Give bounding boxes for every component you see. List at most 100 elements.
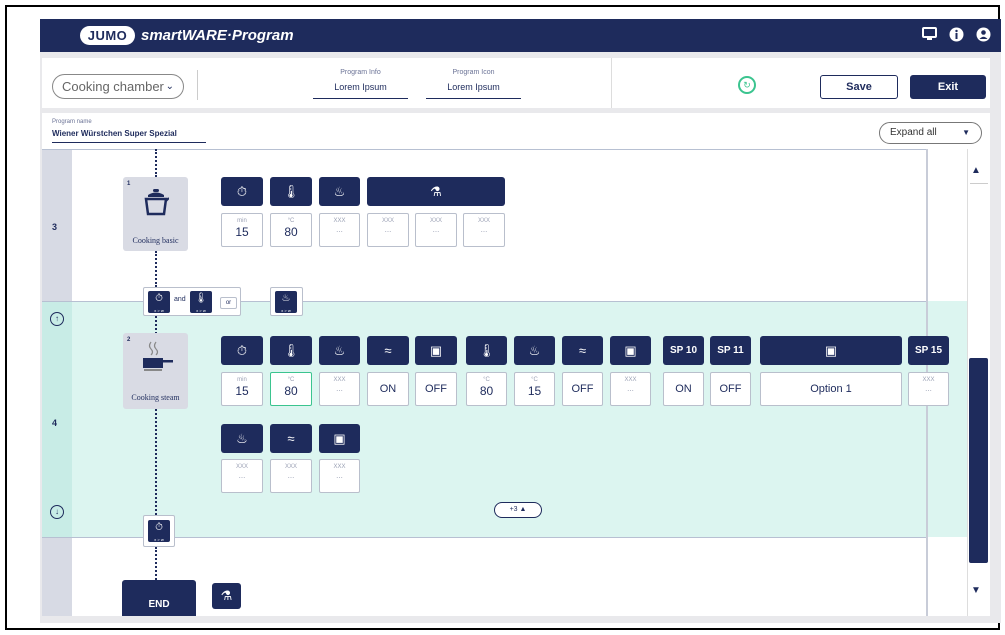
flame-icon: ♨ x > w: [275, 291, 297, 313]
function-cell[interactable]: XXX...: [367, 213, 409, 247]
program-icon-label: Program Icon: [452, 69, 495, 76]
humidity-cell[interactable]: °C 15: [514, 372, 555, 406]
program-column-header: ▣: [610, 336, 651, 365]
flow-line: [155, 409, 157, 515]
flame-icon: ♨: [528, 343, 541, 358]
temperature-column-header: 🌡: [270, 177, 312, 206]
step-name: Cooking basic: [132, 236, 179, 245]
show-more-button[interactable]: +3 ▲: [494, 502, 542, 518]
humidity-cell[interactable]: XXX...: [319, 372, 360, 406]
app-frame: JUMO smartWARE·Program Cooking chamber ⌄…: [40, 19, 1001, 623]
setpoint-column-header: SP 10: [663, 336, 704, 365]
step-cooking-steam[interactable]: 2 Cooking steam: [123, 333, 188, 409]
humidity-cell[interactable]: XXX...: [221, 459, 263, 493]
save-button[interactable]: Save: [820, 75, 898, 99]
flame-icon: ♨: [236, 431, 248, 446]
timer-icon: ⏱ x > w: [148, 520, 170, 542]
chevron-down-icon: ▼: [962, 128, 970, 137]
flame-icon: ♨: [333, 184, 346, 199]
program-icon: ▣: [624, 343, 637, 358]
temperature-cell[interactable]: °C 80: [466, 372, 507, 406]
jumo-logo: JUMO: [80, 26, 135, 45]
user-icon[interactable]: [975, 27, 991, 43]
setpoint-cell[interactable]: OFF: [710, 372, 751, 406]
flask-icon: ⚗: [212, 583, 241, 609]
arrow-down-icon[interactable]: ↓: [50, 505, 64, 519]
transition-condition-timer[interactable]: ⏱ x > w: [143, 515, 175, 547]
function-cell[interactable]: XXX...: [463, 213, 505, 247]
program-icon-field[interactable]: Program Icon Lorem Ipsum: [426, 69, 521, 99]
monitor-icon[interactable]: [921, 27, 937, 43]
window-frame: JUMO smartWARE·Program Cooking chamber ⌄…: [5, 5, 1001, 630]
humidity-column-header: ♨: [514, 336, 555, 365]
sync-icon[interactable]: ↻: [738, 76, 756, 94]
timer-cell[interactable]: min 15: [221, 213, 263, 247]
program-cell[interactable]: XXX...: [319, 459, 360, 493]
program-cell[interactable]: OFF: [415, 372, 457, 406]
step-number: 2: [127, 337, 131, 343]
thermometer-icon: 🌡: [478, 343, 495, 358]
program-cell[interactable]: XXX...: [610, 372, 651, 406]
divider: [42, 149, 928, 150]
fan-column-header: ≈: [562, 336, 603, 365]
program-icon: ▣: [429, 343, 443, 358]
program-info-label: Program Info: [340, 69, 381, 76]
or-label: or: [220, 297, 237, 309]
app-title: smartWARE·Program: [141, 27, 294, 44]
top-bar: JUMO smartWARE·Program: [40, 19, 1001, 52]
fan-icon: ≈: [384, 343, 392, 358]
flow-line: [155, 547, 157, 580]
timer-icon: ⏱: [236, 343, 248, 358]
timer-column-header: ⏱: [221, 336, 263, 365]
function-cell[interactable]: XXX...: [415, 213, 457, 247]
humidity-column-header: ♨: [221, 424, 263, 453]
exit-button[interactable]: Exit: [910, 75, 986, 99]
end-step[interactable]: END: [122, 580, 196, 616]
program-name-value: Wiener Würstchen Super Spezial: [52, 129, 177, 138]
setpoint-cell[interactable]: XXX...: [908, 372, 949, 406]
temperature-cell[interactable]: °C 80: [270, 372, 312, 406]
fan-column-header: ≈: [367, 336, 409, 365]
humidity-cell[interactable]: XXX...: [319, 213, 360, 247]
chamber-select-value: Cooking chamber: [62, 79, 164, 94]
timer-column-header: ⏱: [221, 177, 263, 206]
program-icon-value: Lorem Ipsum: [447, 82, 500, 92]
timer-cell[interactable]: min 15: [221, 372, 263, 406]
program-name-field[interactable]: Program name Wiener Würstchen Super Spez…: [52, 119, 206, 143]
thermometer-icon: 🌡: [282, 184, 300, 199]
chamber-select[interactable]: Cooking chamber ⌄: [52, 74, 184, 99]
setpoint-cell[interactable]: ON: [663, 372, 704, 406]
info-icon[interactable]: [948, 27, 964, 43]
pot-steam-icon: [143, 341, 173, 371]
scrollbar-thumb[interactable]: [969, 358, 988, 563]
timer-icon: ⏱ x > w: [148, 291, 170, 313]
program-column-header: ▣: [760, 336, 902, 365]
transition-condition-and[interactable]: ⏱ x > w and 🌡 x > w or: [143, 287, 241, 316]
fan-cell[interactable]: OFF: [562, 372, 603, 406]
row-label-4: 4: [52, 418, 58, 428]
step-cooking-basic[interactable]: 1 Cooking basic: [123, 177, 188, 251]
kettle-icon: [144, 189, 169, 216]
setpoint-column-header: SP 15: [908, 336, 949, 365]
temperature-cell[interactable]: °C 80: [270, 213, 312, 247]
transition-condition-humidity[interactable]: ♨ x > w: [270, 287, 303, 316]
scroll-down-icon[interactable]: ▼: [971, 585, 981, 596]
step-number: 1: [127, 181, 131, 187]
fan-icon: ≈: [578, 343, 587, 358]
program-info-field[interactable]: Program Info Lorem Ipsum: [313, 69, 408, 99]
flame-icon: ♨: [333, 343, 346, 358]
expand-all-button[interactable]: Expand all ▼: [879, 122, 982, 144]
fan-cell[interactable]: XXX...: [270, 459, 312, 493]
function-column-header: ⚗: [367, 177, 505, 206]
expand-all-label: Expand all: [890, 127, 937, 138]
scroll-up-icon[interactable]: ▲: [971, 165, 981, 176]
fan-cell[interactable]: ON: [367, 372, 409, 406]
setpoint-column-header: SP 11: [710, 336, 751, 365]
and-label: and: [174, 296, 186, 303]
fan-icon: ≈: [287, 431, 295, 446]
thermometer-icon: 🌡: [282, 343, 300, 358]
arrow-up-icon[interactable]: ↑: [50, 312, 64, 326]
program-column-header: ▣: [319, 424, 360, 453]
option-select[interactable]: Option 1: [760, 372, 902, 406]
program-info-value: Lorem Ipsum: [334, 82, 387, 92]
